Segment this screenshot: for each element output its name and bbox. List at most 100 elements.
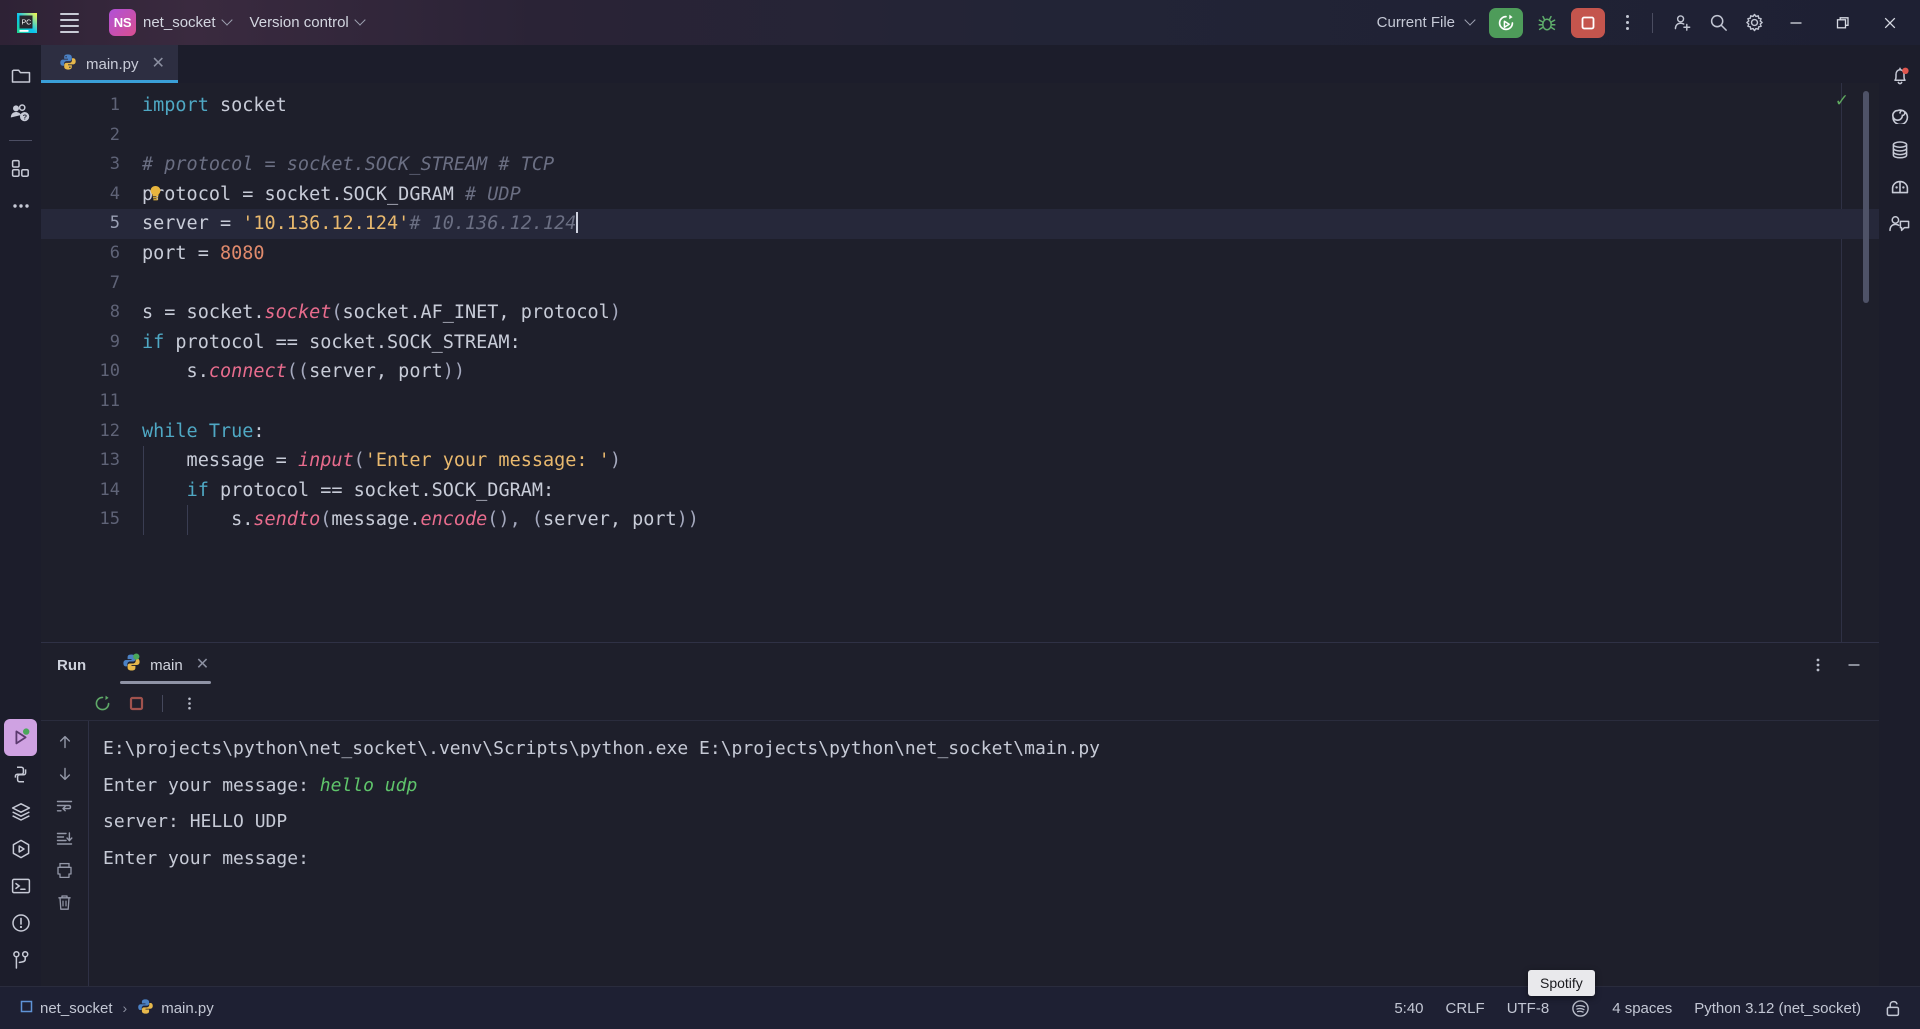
sidebar-item-learn[interactable]: ?	[4, 94, 37, 131]
code-token: connect	[208, 361, 287, 383]
sidebar-item-version-control[interactable]	[4, 941, 37, 978]
indent-setting[interactable]: 4 spaces	[1604, 996, 1680, 1021]
code-line[interactable]: while True:	[138, 417, 1879, 447]
code-line[interactable]: if protocol == socket.SOCK_DGRAM:	[138, 476, 1879, 506]
code-line[interactable]: s.sendto(message.encode(), (server, port…	[138, 505, 1879, 535]
next-occurrence-button[interactable]	[50, 759, 80, 789]
code-line[interactable]: port = 8080	[138, 239, 1879, 269]
search-button[interactable]	[1701, 6, 1735, 40]
code-line[interactable]	[138, 269, 1879, 299]
line-separator[interactable]: CRLF	[1438, 996, 1493, 1021]
python-interpreter[interactable]: Python 3.12 (net_socket)	[1686, 996, 1869, 1021]
console-more-button[interactable]	[175, 691, 203, 717]
add-account-button[interactable]	[1665, 6, 1699, 40]
close-tab-icon[interactable]: ✕	[196, 657, 209, 673]
code-token: )	[609, 450, 621, 472]
run-button[interactable]	[1489, 7, 1523, 38]
code-token: socket.SOCK_DGRAM	[253, 183, 466, 205]
close-tab-icon[interactable]: ✕	[152, 56, 165, 72]
code-token: import	[142, 95, 209, 116]
more-actions-button[interactable]	[1614, 8, 1640, 38]
file-encoding[interactable]: UTF-8	[1499, 996, 1558, 1021]
rerun-button[interactable]	[88, 691, 116, 717]
run-configuration-label: Current File	[1376, 14, 1455, 31]
caret-position[interactable]: 5:40	[1386, 996, 1431, 1021]
spotify-tooltip: Spotify	[1528, 970, 1595, 996]
more-tools-icon	[12, 203, 29, 208]
soft-wrap-button[interactable]	[50, 791, 80, 821]
run-tab-main[interactable]: main ✕	[112, 643, 219, 687]
restore-window-icon	[1836, 16, 1849, 28]
code-token: port	[142, 242, 198, 264]
code-line[interactable]: server = '10.136.12.124'# 10.136.12.124	[138, 209, 1879, 239]
close-window-button[interactable]	[1867, 0, 1912, 45]
code-line[interactable]: if protocol == socket.SOCK_STREAM:	[138, 328, 1879, 358]
read-only-toggle[interactable]	[1875, 994, 1912, 1023]
code-line[interactable]: import socket	[138, 91, 1879, 121]
sidebar-item-code-with-me[interactable]	[1883, 205, 1916, 242]
run-tool-icon	[15, 728, 30, 745]
code-line[interactable]: protocol = socket.SOCK_DGRAM # UDP	[138, 180, 1879, 210]
code-token: =	[197, 242, 209, 264]
line-number: 15	[99, 509, 120, 530]
tab-main-py[interactable]: main.py ✕	[41, 45, 178, 83]
sidebar-item-plugins[interactable]	[4, 150, 37, 187]
stop-process-button[interactable]	[122, 691, 150, 717]
run-panel-options-button[interactable]	[1803, 650, 1833, 680]
sidebar-item-terminal[interactable]	[4, 867, 37, 904]
breadcrumb-label: net_socket	[40, 999, 113, 1017]
settings-button[interactable]	[1737, 6, 1771, 40]
unlocked-padlock-icon	[1886, 1000, 1900, 1017]
sidebar-item-python-console[interactable]	[4, 756, 37, 793]
scroll-to-end-button[interactable]	[50, 823, 80, 853]
clear-all-button[interactable]	[50, 887, 80, 917]
print-button[interactable]	[50, 855, 80, 885]
code-token: ((	[286, 361, 310, 383]
sidebar-item-run-anything[interactable]	[4, 830, 37, 867]
sidebar-item-project[interactable]	[4, 57, 37, 94]
breadcrumb-main-py[interactable]: main.py	[129, 994, 222, 1023]
code-editor[interactable]: 1 2 3 4 5 6 7 8 9 10 11 12 13 14 15 import socket # pro…	[41, 83, 1879, 642]
sidebar-item-services[interactable]	[4, 793, 37, 830]
sidebar-item-ai-assistant[interactable]	[1883, 94, 1916, 131]
sidebar-item-database[interactable]	[1883, 131, 1916, 168]
debug-button[interactable]	[1532, 8, 1562, 38]
code-area[interactable]: import socket # protocol = socket.SOCK_ST…	[138, 83, 1879, 642]
sidebar-item-more-tools[interactable]	[4, 187, 37, 224]
sidebar-item-packages[interactable]	[1883, 168, 1916, 205]
code-line[interactable]: message = input('Enter your message: ')	[138, 446, 1879, 476]
line-number: 5	[41, 209, 138, 239]
project-selector[interactable]: NS net_socket	[100, 4, 241, 41]
inspection-ok-checkmark-icon[interactable]: ✓	[1835, 91, 1849, 111]
minimize-window-button[interactable]	[1773, 0, 1818, 45]
hamburger-menu-icon[interactable]	[52, 7, 86, 39]
indent-guide	[143, 446, 144, 535]
breadcrumb-net-socket[interactable]: net_socket	[12, 996, 121, 1021]
run-panel-minimize-button[interactable]	[1839, 650, 1869, 680]
run-configuration-selector[interactable]: Current File	[1368, 9, 1484, 36]
editor-scrollbar[interactable]	[1863, 91, 1869, 303]
sidebar-item-problems[interactable]	[4, 904, 37, 941]
code-token: =	[275, 450, 287, 472]
spotify-widget[interactable]	[1563, 995, 1598, 1022]
intention-bulb-icon[interactable]	[149, 185, 162, 201]
console-output[interactable]: E:\projects\python\net_socket\.venv\Scri…	[88, 721, 1879, 986]
breadcrumb-separator: ›	[122, 1000, 128, 1016]
stop-button[interactable]	[1571, 7, 1605, 38]
sidebar-item-notifications[interactable]	[1883, 57, 1916, 94]
trash-icon	[58, 894, 71, 910]
maximize-window-button[interactable]	[1820, 0, 1865, 45]
code-line[interactable]: s.connect((server, port))	[138, 357, 1879, 387]
previous-occurrence-button[interactable]	[50, 727, 80, 757]
code-line[interactable]	[138, 121, 1879, 151]
version-control-menu[interactable]: Version control	[241, 9, 374, 36]
code-line[interactable]: s = socket.socket(socket.AF_INET, protoc…	[138, 298, 1879, 328]
code-token: (	[320, 509, 332, 531]
code-line[interactable]	[138, 387, 1879, 417]
sidebar-item-run[interactable]	[4, 719, 37, 756]
code-line[interactable]: # protocol = socket.SOCK_STREAM # TCP	[138, 150, 1879, 180]
